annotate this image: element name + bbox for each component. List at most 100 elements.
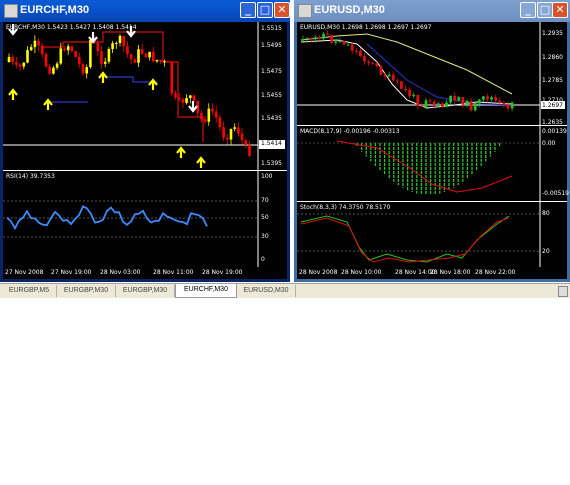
rsi-pane[interactable]: RSI(14) 39.7353 100 70 50 30 0: [3, 171, 287, 267]
close-button[interactable]: ✕: [274, 2, 290, 18]
tab-eurusd-m30[interactable]: EURUSD,M30: [237, 285, 296, 297]
candle-body: [400, 81, 403, 89]
time-axis: 28 Nov 2008 28 Nov 10:00 28 Nov 14:00 28 No…: [297, 267, 567, 279]
axis-label: 80: [542, 210, 550, 217]
candle-body: [103, 61, 107, 64]
candle-body: [200, 112, 203, 120]
candle-body: [363, 56, 366, 62]
time-axis: 27 Nov 2008 27 Nov 19:00 28 Nov 03:00 28 No…: [3, 267, 287, 279]
stoch-signal-line: [300, 217, 510, 263]
eurusd-title-bar[interactable]: EURUSD,M30 _ □ ✕: [294, 0, 570, 22]
stochastic-pane[interactable]: Stoch(8,3,3) 74.3750 78.5170 80 20: [297, 202, 567, 267]
time-label: 28 Nov 10:00: [341, 269, 382, 276]
candle-body: [322, 33, 325, 39]
candle-body: [412, 94, 416, 97]
eurchf-price-pane[interactable]: EURCHF,M30 1.5423 1.5427 1.5408 1.5414 1…: [3, 22, 287, 170]
time-label: 27 Nov 19:00: [51, 269, 92, 276]
candle-body: [174, 93, 177, 98]
candle-body: [420, 105, 424, 107]
candle-body: [441, 103, 444, 107]
maximize-button[interactable]: □: [257, 2, 273, 18]
candle-body: [140, 49, 144, 54]
candle-body: [55, 63, 59, 68]
axis-label: 1.5495: [261, 42, 282, 49]
moving-average-white: [300, 39, 513, 109]
candle-body: [346, 44, 350, 46]
time-label: 28 Nov 18:00: [430, 269, 471, 276]
time-label: 28 Nov 03:00: [100, 269, 141, 276]
axis-label: 1.5414: [261, 140, 282, 147]
candle-body: [494, 97, 498, 101]
candle-body: [126, 46, 129, 55]
price-pane-header: EURUSD,M30 1.2698 1.2698 1.2697 1.2697: [300, 24, 432, 31]
candle-body: [432, 101, 436, 105]
candle-body: [461, 97, 465, 105]
candle-body: [41, 45, 44, 55]
candle-body: [240, 133, 244, 141]
candle-body: [469, 100, 473, 111]
rsi-header: RSI(14) 39.7353: [6, 173, 55, 180]
candle-body: [148, 51, 151, 58]
candle-body: [237, 127, 240, 134]
candle-body: [137, 49, 140, 63]
candle-body: [482, 96, 485, 100]
candle-body: [29, 47, 33, 51]
close-button[interactable]: ✕: [552, 2, 568, 18]
tab-eurgbp-m30[interactable]: EURGBP,M30: [116, 285, 175, 297]
candle-body: [354, 50, 358, 52]
time-label: 28 Nov 22:00: [475, 269, 516, 276]
macd-pane[interactable]: MACD(8,17,9) -0.00196 -0.00313 0.00139 0.…: [297, 126, 569, 201]
candle-body: [111, 43, 114, 50]
time-label: 28 Nov 19:00: [202, 269, 243, 276]
candle-body: [166, 61, 170, 63]
candle-body: [375, 63, 379, 67]
maximize-button[interactable]: □: [537, 2, 553, 18]
time-label: 27 Nov 2008: [5, 269, 44, 276]
axis-label: 0.00139: [542, 128, 567, 135]
buy-arrow-icon: [196, 156, 206, 168]
stochastic-lines-svg: [297, 202, 541, 267]
tab-eurgbp-m30[interactable]: EURGBP,M30: [57, 285, 116, 297]
axis-label: 1.5515: [261, 25, 282, 32]
candle-body: [416, 94, 420, 106]
candle-body: [207, 108, 211, 122]
candle-body: [387, 74, 391, 77]
tab-scroll-button[interactable]: [558, 286, 568, 297]
candle-body: [359, 50, 362, 57]
macd-header: MACD(8,17,9) -0.00196 -0.00313: [300, 128, 400, 135]
candle-body: [192, 95, 196, 101]
candle-body: [133, 59, 137, 63]
axis-label: 0.00: [542, 140, 556, 147]
candle-body: [424, 100, 428, 107]
eurchf-chart-window[interactable]: EURCHF,M30 _ □ ✕ EURCHF,M30 1.5423 1.542…: [0, 0, 290, 282]
candle-body: [211, 108, 214, 112]
time-label: 28 Nov 2008: [299, 269, 338, 276]
candle-body: [309, 38, 313, 40]
candle-body: [52, 67, 55, 74]
tab-eurgbp-m5[interactable]: EURGBP,M5: [2, 285, 57, 297]
candle-body: [33, 40, 37, 48]
tab-eurchf-m30[interactable]: EURCHF,M30: [175, 284, 237, 298]
minimize-button[interactable]: _: [240, 2, 256, 18]
candle-body: [159, 59, 162, 62]
minimize-button[interactable]: _: [520, 2, 536, 18]
candle-body: [78, 56, 81, 65]
candle-body: [163, 61, 166, 63]
candle-body: [15, 62, 18, 65]
candle-body: [233, 127, 236, 129]
axis-label: 1.5435: [261, 115, 282, 122]
eurusd-price-pane[interactable]: EURUSD,M30 1.2698 1.2698 1.2697 1.2697 1…: [297, 22, 567, 126]
candle-body: [70, 46, 74, 52]
axis-label: -0.00519: [542, 190, 569, 197]
candle-body: [89, 40, 92, 68]
eurusd-chart-window[interactable]: EURUSD,M30 _ □ ✕ EURUSD,M30 1.2698 1.269…: [294, 0, 570, 282]
candle-body: [85, 67, 88, 74]
candle-body: [122, 36, 125, 47]
candle-body: [37, 40, 40, 46]
candle-body: [445, 102, 448, 107]
eurusd-candles-svg: [297, 22, 565, 125]
eurchf-title-bar[interactable]: EURCHF,M30 _ □ ✕: [0, 0, 290, 22]
candle-body: [229, 128, 233, 140]
chart-tabs-bar: EURGBP,M5 EURGBP,M30 EURGBP,M30 EURCHF,M30 E…: [0, 283, 570, 298]
candle-body: [510, 102, 514, 109]
